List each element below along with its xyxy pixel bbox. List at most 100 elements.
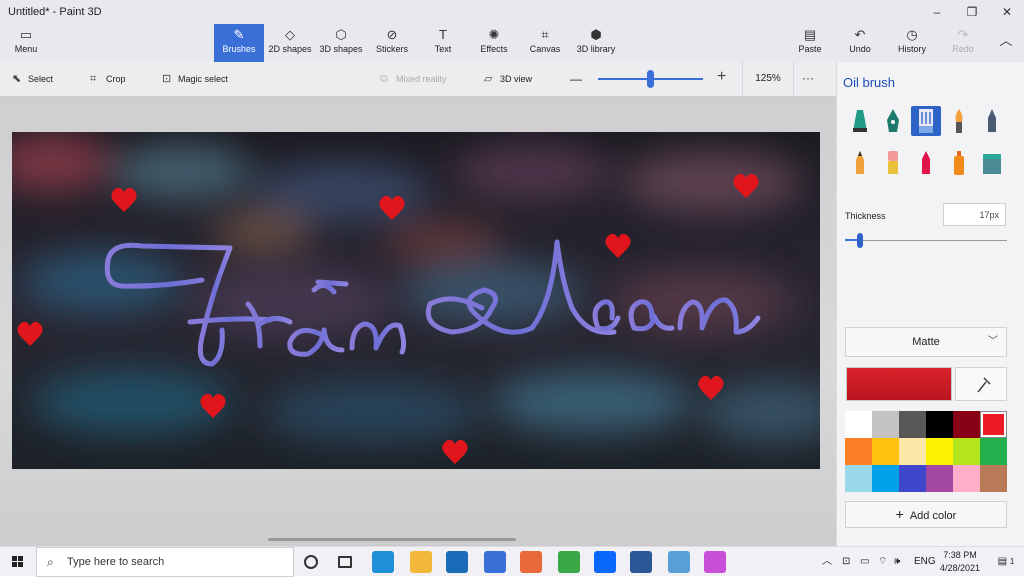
color-swatch[interactable] — [953, 438, 980, 465]
zoom-out-button[interactable]: — — [570, 72, 582, 86]
color-swatch[interactable] — [899, 465, 926, 492]
fill-brush[interactable] — [977, 148, 1007, 178]
mail-icon[interactable] — [446, 551, 468, 573]
drawing-canvas[interactable] — [12, 132, 820, 469]
3d-view-icon: ▱ — [484, 73, 493, 85]
mixed-reality-button[interactable]: ⧉ Mixed reality — [380, 72, 447, 86]
tab-2d-shapes[interactable]: ◇ 2D shapes — [266, 24, 314, 62]
3d-view-button[interactable]: ▱ 3D view — [484, 72, 532, 86]
tab-canvas[interactable]: ⌗ Canvas — [526, 24, 564, 62]
color-swatch[interactable] — [926, 465, 953, 492]
media-player-icon[interactable] — [520, 551, 542, 573]
maximize-button[interactable]: ❐ — [955, 0, 989, 24]
tray-app-icon[interactable]: ⊡ — [842, 547, 850, 577]
tab-label: Effects — [480, 44, 508, 54]
undo-button[interactable]: ↶ Undo — [844, 24, 876, 62]
cortana-icon[interactable] — [304, 555, 318, 569]
wifi-icon[interactable]: ⌔ — [878, 547, 887, 577]
zoom-in-button[interactable]: + — [717, 69, 726, 85]
horizontal-scrollbar[interactable] — [268, 538, 516, 541]
word-icon[interactable] — [630, 551, 652, 573]
watercolor-brush[interactable] — [944, 106, 974, 136]
show-hidden-icons[interactable]: ︿ — [822, 547, 832, 577]
color-swatch[interactable] — [980, 411, 1007, 438]
windows-icon — [12, 556, 23, 567]
finish-value: Matte — [912, 336, 940, 348]
more-options-button[interactable]: ··· — [802, 71, 814, 85]
edge-icon[interactable] — [372, 551, 394, 573]
history-icon: ◷ — [906, 27, 918, 42]
file-explorer-icon[interactable] — [410, 551, 432, 573]
color-swatch[interactable] — [953, 411, 980, 438]
crayon-brush[interactable] — [911, 148, 941, 178]
marker-brush[interactable] — [845, 106, 875, 136]
tab-text[interactable]: T Text — [424, 24, 462, 62]
paint3d-icon[interactable] — [704, 551, 726, 573]
task-view-icon[interactable] — [338, 556, 352, 568]
current-color[interactable] — [846, 367, 952, 401]
color-swatch[interactable] — [845, 438, 872, 465]
watercolor-icon — [955, 109, 963, 133]
tab-3d-shapes[interactable]: ⬡ 3D shapes — [316, 24, 366, 62]
history-button[interactable]: ◷ History — [894, 24, 930, 62]
language-indicator[interactable]: ENG — [914, 547, 936, 577]
color-swatch[interactable] — [899, 438, 926, 465]
calligraphy-pen-brush[interactable] — [878, 106, 908, 136]
paste-button[interactable]: ▤ Paste — [792, 24, 828, 62]
menu-button[interactable]: ▭ Menu — [6, 24, 46, 62]
color-swatch[interactable] — [872, 438, 899, 465]
canvas-artwork[interactable] — [12, 132, 820, 469]
color-swatch[interactable] — [872, 465, 899, 492]
volume-icon[interactable]: 🕪 — [894, 547, 900, 577]
color-swatch[interactable] — [953, 465, 980, 492]
color-swatch[interactable] — [845, 465, 872, 492]
battery-icon[interactable]: ▭ — [860, 547, 869, 577]
zoom-level[interactable]: 125% — [742, 62, 794, 96]
green-app-icon[interactable] — [558, 551, 580, 573]
tab-stickers[interactable]: ⊘ Stickers — [370, 24, 414, 62]
tab-brushes[interactable]: ✎ Brushes — [214, 24, 264, 62]
tab-3d-library[interactable]: ⬢ 3D library — [574, 24, 618, 62]
oil-brush[interactable] — [911, 106, 941, 136]
close-button[interactable]: ✕ — [990, 0, 1024, 24]
mixed-reality-label: Mixed reality — [396, 74, 447, 84]
thickness-input[interactable]: 17px — [943, 203, 1006, 226]
color-swatch[interactable] — [980, 465, 1007, 492]
finish-dropdown[interactable]: Matte ﹀ — [845, 327, 1007, 357]
color-swatch[interactable] — [899, 411, 926, 438]
pixel-pen-brush[interactable] — [977, 106, 1007, 136]
2d-shapes-icon: ◇ — [285, 27, 295, 42]
redo-button[interactable]: ↷ Redo — [948, 24, 978, 62]
notification-center-button[interactable]: ▤ 1 — [994, 547, 1018, 577]
color-swatch[interactable] — [926, 411, 953, 438]
text-icon: T — [439, 27, 447, 42]
eyedropper-button[interactable] — [955, 367, 1007, 401]
pencil-brush[interactable] — [845, 148, 875, 178]
color-swatch[interactable] — [980, 438, 1007, 465]
color-swatch[interactable] — [845, 411, 872, 438]
minimize-button[interactable]: – — [920, 0, 954, 24]
collapse-ribbon-button[interactable]: ︿ — [994, 24, 1018, 62]
paint-icon[interactable] — [668, 551, 690, 573]
color-swatch[interactable] — [872, 411, 899, 438]
ribbon: ▭ Menu ✎ Brushes ◇ 2D shapes ⬡ 3D shapes… — [0, 24, 1024, 62]
color-swatch[interactable] — [926, 438, 953, 465]
tab-effects[interactable]: ✺ Effects — [474, 24, 514, 62]
crop-button[interactable]: ⌗ Crop — [90, 72, 126, 86]
photo-app-icon[interactable] — [484, 551, 506, 573]
zoom-slider-thumb[interactable] — [647, 70, 654, 88]
select-button[interactable]: ⬉ Select — [12, 72, 53, 86]
thickness-slider-thumb[interactable] — [857, 233, 863, 248]
start-button[interactable] — [0, 547, 36, 577]
clock[interactable]: 7:38 PM 4/28/2021 — [936, 549, 984, 575]
taskbar-search[interactable]: ⌕ Type here to search — [36, 547, 294, 577]
clock-date: 4/28/2021 — [939, 563, 981, 573]
color-palette — [845, 411, 1007, 492]
magic-select-button[interactable]: ⊡ Magic select — [162, 72, 228, 86]
spray-can-brush[interactable] — [944, 148, 974, 178]
eraser-brush[interactable] — [878, 148, 908, 178]
tab-label: 2D shapes — [268, 44, 312, 54]
add-color-button[interactable]: + Add color — [845, 501, 1007, 528]
thickness-slider-track[interactable] — [845, 240, 1007, 241]
zalo-icon[interactable] — [594, 551, 616, 573]
